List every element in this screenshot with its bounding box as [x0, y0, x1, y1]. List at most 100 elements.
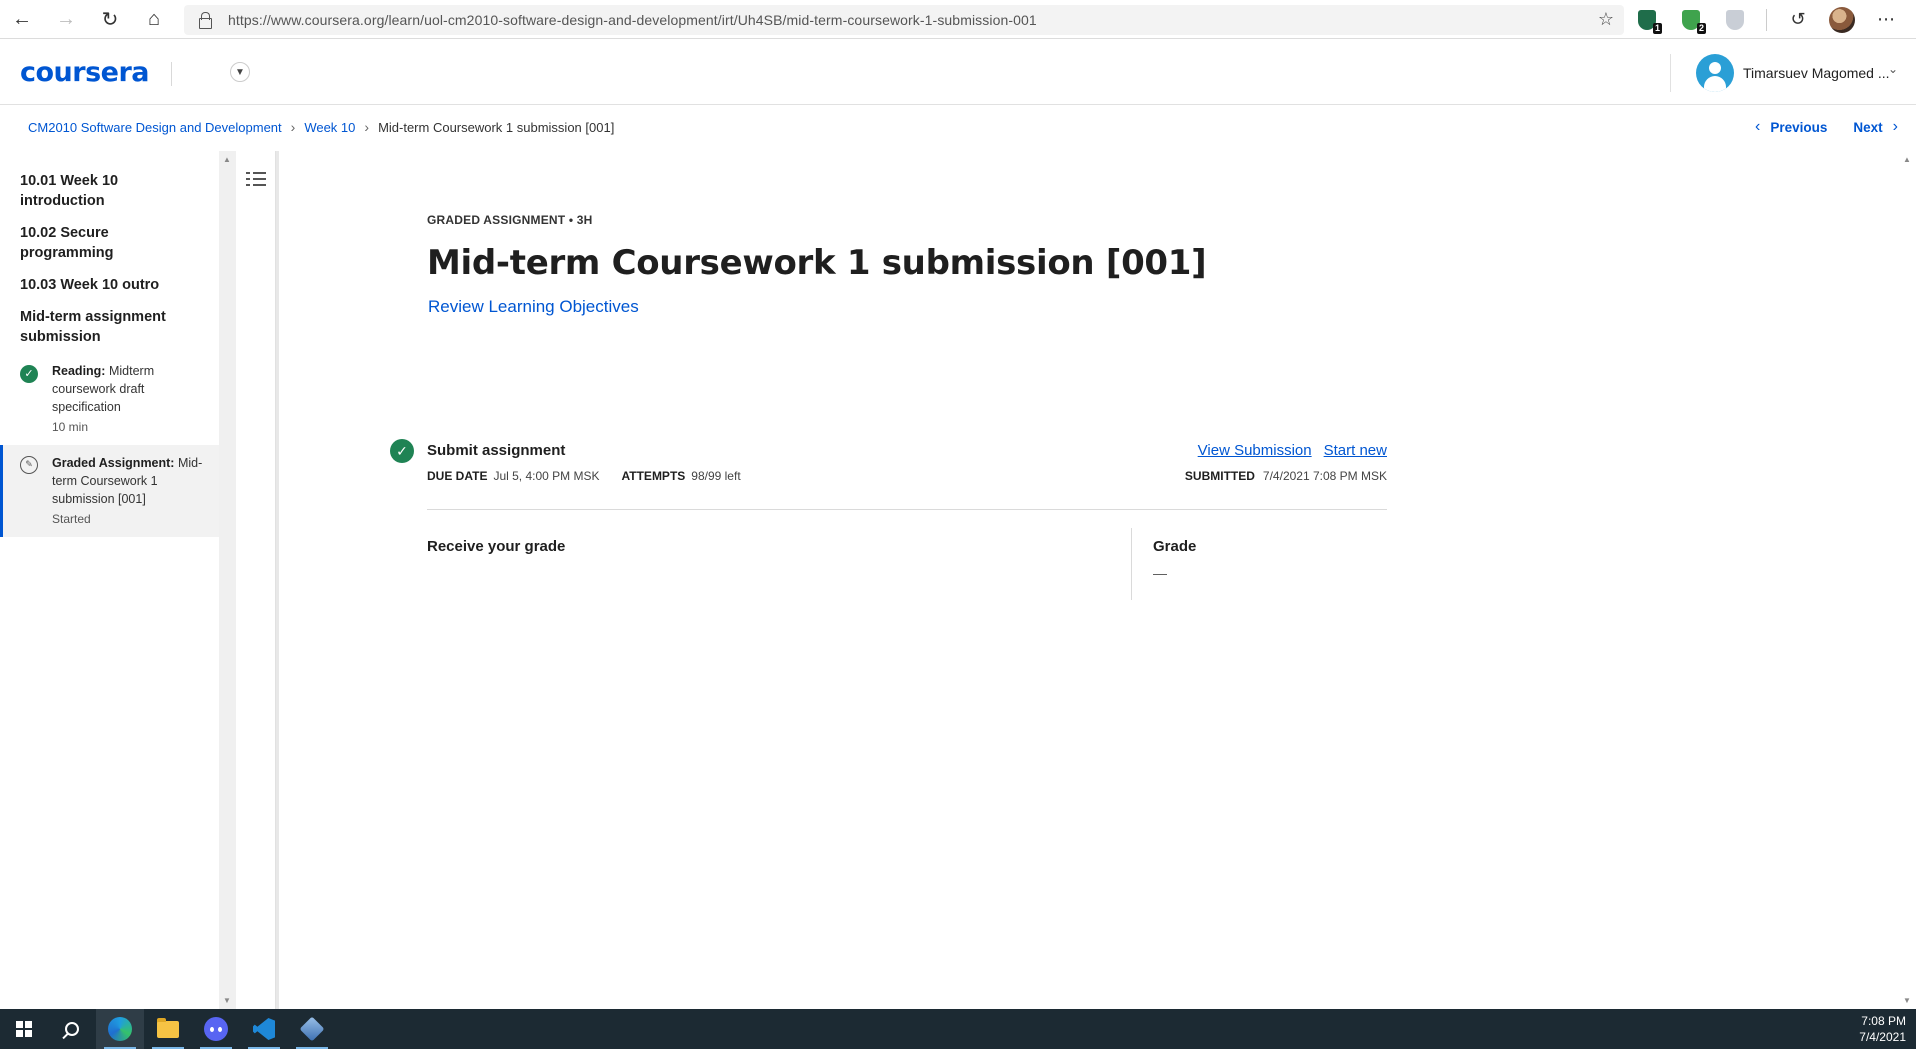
chevron-right-icon: ›	[364, 119, 370, 135]
scroll-up-icon[interactable]: ▲	[1903, 155, 1911, 164]
grade-value: —	[1153, 565, 1167, 581]
profile-picture[interactable]	[1829, 6, 1855, 33]
scroll-down-icon[interactable]: ▼	[223, 996, 231, 1005]
browser-toolbar: ← → ↻ ⌂ https://www.coursera.org/learn/u…	[0, 0, 1916, 39]
previous-button[interactable]: Previous	[1770, 120, 1827, 135]
search-button[interactable]	[48, 1009, 96, 1049]
lock-icon	[196, 11, 214, 29]
table-of-contents-icon[interactable]	[246, 169, 266, 189]
chevron-right-icon[interactable]: ›	[1893, 118, 1898, 136]
clock-time: 7:08 PM	[1861, 1014, 1906, 1028]
breadcrumb-week-link[interactable]: Week 10	[304, 120, 355, 135]
windows-taskbar: 7:08 PM 7/4/2021	[0, 1009, 1916, 1049]
attempts-value: 98/99 left	[691, 469, 741, 483]
submit-assignment-title: Submit assignment	[427, 442, 566, 459]
section-divider	[427, 509, 1387, 510]
grade-section: Receive your grade Grade —	[427, 528, 1387, 600]
clock-date: 7/4/2021	[1859, 1030, 1906, 1044]
item-meta: Started	[52, 512, 91, 526]
taskbar-file-explorer[interactable]	[144, 1009, 192, 1049]
sidebar-lesson[interactable]: Mid-term assignment submission	[0, 307, 219, 347]
site-header: coursera ▼ Timarsuev Magomed ... ⌄	[0, 40, 1916, 105]
chevron-down-icon[interactable]: ⌄	[1888, 62, 1898, 76]
sidebar-item-reading[interactable]: ✓ Reading: Midterm coursework draft spec…	[0, 353, 219, 445]
taskbar-edge[interactable]	[96, 1009, 144, 1049]
grade-label: Grade	[1153, 538, 1197, 555]
user-name[interactable]: Timarsuev Magomed ...	[1743, 65, 1890, 81]
sidebar-lesson[interactable]: 10.03 Week 10 outro	[0, 275, 219, 295]
page-title: Mid-term Coursework 1 submission [001]	[427, 243, 1207, 283]
item-kind: Graded Assignment:	[52, 456, 175, 470]
reload-icon[interactable]: ↻	[88, 0, 132, 39]
more-options-icon[interactable]: ⋯	[1873, 7, 1899, 33]
windows-logo-icon	[16, 1021, 32, 1037]
due-info: DUE DATE Jul 5, 4:00 PM MSK ATTEMPTS 98/…	[427, 469, 741, 483]
history-icon[interactable]: ↺	[1785, 7, 1811, 33]
toc-column	[236, 151, 276, 1009]
scroll-down-icon[interactable]: ▼	[1903, 996, 1911, 1005]
attempts-label: ATTEMPTS	[621, 469, 686, 483]
extension-badge: 1	[1652, 22, 1662, 34]
main-scrollbar[interactable]: ▲ ▼	[1899, 151, 1916, 1009]
submit-assignment-section: ✓ Submit assignment DUE DATE Jul 5, 4:00…	[390, 439, 1390, 483]
grade-divider	[1131, 528, 1132, 600]
sidebar-lesson[interactable]: 10.02 Secure programming	[0, 223, 219, 263]
submitted-value: 7/4/2021 7:08 PM MSK	[1262, 469, 1387, 483]
view-submission-link[interactable]: View Submission	[1198, 442, 1312, 459]
back-arrow-icon[interactable]: ←	[0, 0, 44, 39]
receive-grade-label: Receive your grade	[427, 538, 566, 555]
edge-browser-icon	[108, 1017, 132, 1041]
completed-check-icon: ✓	[390, 439, 414, 463]
course-sidebar: 10.01 Week 10 introduction 10.02 Secure …	[0, 151, 219, 1009]
taskbar-discord[interactable]	[192, 1009, 240, 1049]
extensions-area: 1 2 ↺ ⋯	[1634, 0, 1899, 39]
address-bar[interactable]: https://www.coursera.org/learn/uol-cm201…	[184, 5, 1624, 35]
url-text[interactable]: https://www.coursera.org/learn/uol-cm201…	[228, 12, 1037, 28]
discord-icon	[204, 1017, 228, 1041]
main-content: GRADED ASSIGNMENT • 3H Mid-term Coursewo…	[280, 151, 1900, 1009]
avatar[interactable]	[1696, 54, 1734, 92]
home-icon[interactable]: ⌂	[132, 0, 176, 39]
tool-app-icon	[299, 1016, 325, 1042]
coursera-logo[interactable]: coursera	[20, 57, 150, 88]
content-divider	[276, 151, 279, 1009]
privacy-shield-icon[interactable]	[1722, 7, 1748, 33]
breadcrumb-current: Mid-term Coursework 1 submission [001]	[378, 119, 615, 135]
submission-actions: View Submission Start new	[1198, 442, 1387, 459]
extension-shield-icon[interactable]: 2	[1678, 7, 1706, 34]
forward-arrow-icon[interactable]: →	[44, 0, 88, 39]
assignment-icon: ✎	[20, 456, 38, 474]
system-clock[interactable]: 7:08 PM 7/4/2021	[1859, 1013, 1906, 1045]
header-divider	[1670, 54, 1671, 92]
item-kind: Reading:	[52, 364, 106, 378]
sidebar-scrollbar[interactable]: ▲ ▼	[219, 151, 236, 1009]
start-button[interactable]	[0, 1009, 48, 1049]
breadcrumb-course-link[interactable]: CM2010 Software Design and Development	[28, 120, 282, 135]
completed-check-icon: ✓	[20, 365, 38, 383]
review-learning-objectives-link[interactable]: Review Learning Objectives	[428, 297, 639, 317]
start-new-link[interactable]: Start new	[1324, 442, 1387, 459]
search-icon	[65, 1022, 79, 1036]
taskbar-vscode[interactable]	[240, 1009, 288, 1049]
extension-badge: 2	[1696, 22, 1706, 34]
toolbar-separator	[1766, 8, 1767, 31]
scroll-up-icon[interactable]: ▲	[223, 155, 231, 164]
chevron-down-icon[interactable]: ▼	[230, 62, 250, 82]
breadcrumb: CM2010 Software Design and Development ›…	[28, 119, 614, 135]
favorite-star-icon[interactable]: ☆	[1598, 9, 1614, 30]
chevron-right-icon: ›	[290, 119, 296, 135]
sidebar-lesson[interactable]: 10.01 Week 10 introduction	[0, 171, 219, 211]
file-explorer-icon	[157, 1017, 179, 1038]
item-meta: 10 min	[52, 420, 89, 434]
due-date-label: DUE DATE	[427, 469, 488, 483]
submitted-label: SUBMITTED	[1184, 469, 1255, 483]
extension-shield-icon[interactable]: 1	[1634, 7, 1662, 34]
submitted-info: SUBMITTED 7/4/2021 7:08 PM MSK	[1185, 469, 1387, 483]
taskbar-tool[interactable]	[288, 1009, 336, 1049]
next-button[interactable]: Next	[1853, 120, 1882, 135]
assignment-eyebrow: GRADED ASSIGNMENT • 3H	[427, 213, 593, 227]
due-date-value: Jul 5, 4:00 PM MSK	[493, 469, 600, 483]
sidebar-item-graded-assignment[interactable]: ✎ Graded Assignment: Mid-term Coursework…	[0, 445, 219, 537]
chevron-left-icon[interactable]: ‹	[1755, 118, 1760, 136]
header-divider	[171, 62, 172, 86]
